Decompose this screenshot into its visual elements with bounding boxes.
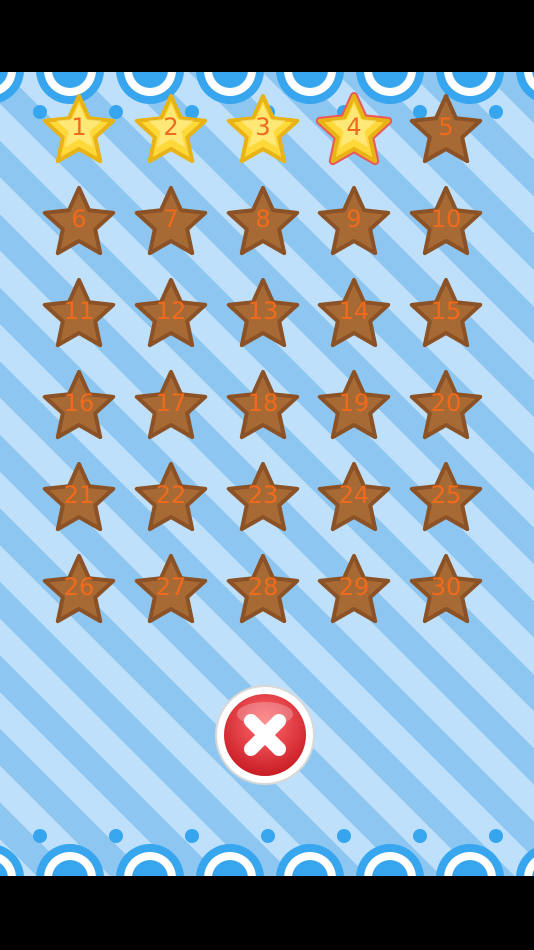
level-number: 18 [247, 389, 279, 417]
level-number: 28 [247, 573, 279, 601]
level-star-20[interactable]: 20 [406, 366, 486, 446]
level-star-30[interactable]: 30 [406, 550, 486, 630]
level-star-28[interactable]: 28 [223, 550, 303, 630]
level-number: 14 [338, 297, 370, 325]
level-star-6[interactable]: 6 [39, 182, 119, 262]
level-number: 6 [71, 205, 87, 233]
level-number: 24 [338, 481, 370, 509]
level-number: 3 [255, 113, 271, 141]
level-number: 8 [255, 205, 271, 233]
level-star-19[interactable]: 19 [314, 366, 394, 446]
level-star-11[interactable]: 11 [39, 274, 119, 354]
level-number: 30 [430, 573, 462, 601]
level-number: 12 [155, 297, 187, 325]
letterbox-bottom [0, 876, 534, 950]
level-star-17[interactable]: 17 [131, 366, 211, 446]
level-number: 26 [63, 573, 95, 601]
close-x-icon [215, 685, 315, 785]
level-number: 29 [338, 573, 370, 601]
close-button[interactable] [214, 684, 316, 786]
level-star-14[interactable]: 14 [314, 274, 394, 354]
level-number: 2 [163, 113, 179, 141]
level-star-2[interactable]: 2 [131, 90, 211, 170]
level-star-8[interactable]: 8 [223, 182, 303, 262]
level-star-22[interactable]: 22 [131, 458, 211, 538]
level-number: 9 [346, 205, 362, 233]
level-star-29[interactable]: 29 [314, 550, 394, 630]
level-star-7[interactable]: 7 [131, 182, 211, 262]
level-star-1[interactable]: 1 [39, 90, 119, 170]
level-star-15[interactable]: 15 [406, 274, 486, 354]
level-star-9[interactable]: 9 [314, 182, 394, 262]
level-star-21[interactable]: 21 [39, 458, 119, 538]
level-number: 19 [338, 389, 370, 417]
letterbox-top [0, 0, 534, 72]
level-star-24[interactable]: 24 [314, 458, 394, 538]
level-number: 23 [247, 481, 279, 509]
level-number: 10 [430, 205, 462, 233]
level-number: 17 [155, 389, 187, 417]
level-star-26[interactable]: 26 [39, 550, 119, 630]
level-star-4[interactable]: 4 [314, 90, 394, 170]
level-star-3[interactable]: 3 [223, 90, 303, 170]
level-number: 15 [430, 297, 462, 325]
level-star-16[interactable]: 16 [39, 366, 119, 446]
level-number: 20 [430, 389, 462, 417]
level-star-25[interactable]: 25 [406, 458, 486, 538]
bottom-scallop-border [0, 829, 534, 876]
level-number: 22 [155, 481, 187, 509]
level-number: 21 [63, 481, 95, 509]
level-star-10[interactable]: 10 [406, 182, 486, 262]
level-number: 16 [63, 389, 95, 417]
level-star-13[interactable]: 13 [223, 274, 303, 354]
level-number: 11 [63, 297, 95, 325]
level-number: 13 [247, 297, 279, 325]
level-star-18[interactable]: 18 [223, 366, 303, 446]
level-number: 27 [155, 573, 187, 601]
level-star-23[interactable]: 23 [223, 458, 303, 538]
level-star-5[interactable]: 5 [406, 90, 486, 170]
level-select-board: 1 2 3 4 5 6 7 8 9 10 11 12 13 14 15 16 17 18 19 20 21 22 23 24 2… [0, 72, 534, 876]
level-number: 4 [346, 113, 362, 141]
level-number: 7 [163, 205, 179, 233]
level-number: 1 [71, 113, 87, 141]
level-star-12[interactable]: 12 [131, 274, 211, 354]
level-star-27[interactable]: 27 [131, 550, 211, 630]
level-number: 5 [438, 113, 454, 141]
level-number: 25 [430, 481, 462, 509]
